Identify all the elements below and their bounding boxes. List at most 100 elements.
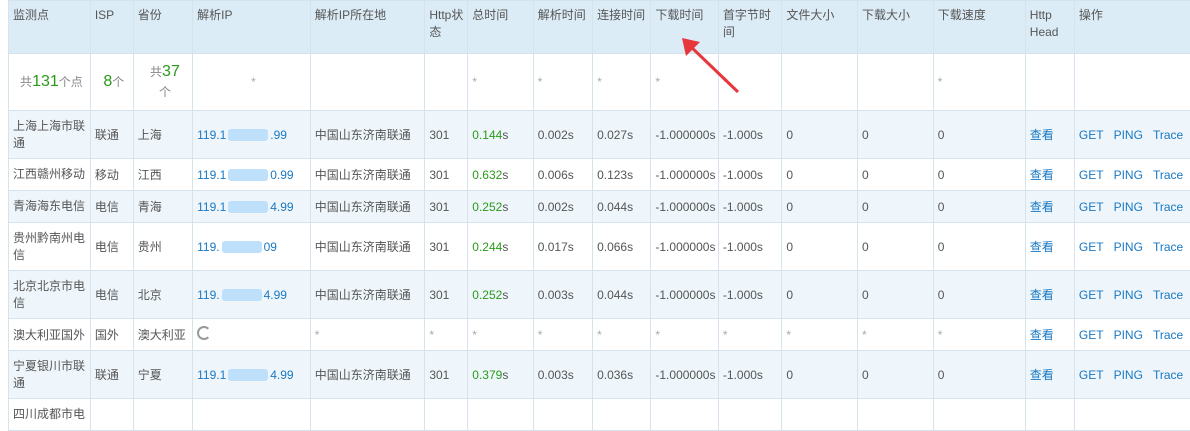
ping-link[interactable]: PING — [1114, 328, 1143, 342]
col-ip: 解析IP — [193, 1, 311, 54]
http-head-cell: 查看 — [1025, 191, 1074, 223]
ip-prefix[interactable]: 119.1 — [197, 168, 226, 182]
ping-link[interactable]: PING — [1114, 200, 1143, 214]
resolve-time-cell: * — [533, 319, 592, 351]
ip-suffix[interactable]: 0.99 — [270, 168, 293, 182]
status-cell: 301 — [425, 159, 468, 191]
total-time-cell: 0.244s — [468, 223, 533, 271]
province-cell: 上海 — [133, 111, 192, 159]
col-total-time: 总时间 — [468, 1, 533, 54]
ip-cell: 119. 4.99 — [193, 271, 311, 319]
get-link[interactable]: GET — [1079, 200, 1104, 214]
ping-link[interactable]: PING — [1114, 168, 1143, 182]
ip-prefix[interactable]: 119.1 — [197, 368, 226, 382]
download-speed-cell: 0 — [933, 271, 1025, 319]
table-row: 贵州黔南州电信电信贵州119.09中国山东济南联通3010.244s0.017s… — [9, 223, 1190, 271]
province-cell: 青海 — [133, 191, 192, 223]
ip-location-cell: 中国山东济南联通 — [310, 111, 425, 159]
ip-cell: 119.09 — [193, 223, 311, 271]
ip-redaction — [222, 241, 262, 253]
ip-cell: 119.1 0.99 — [193, 159, 311, 191]
ip-suffix[interactable]: 09 — [264, 240, 277, 254]
isp-cell: 移动 — [90, 159, 133, 191]
ip-suffix[interactable]: .99 — [270, 128, 287, 142]
summary-dsize — [858, 54, 934, 111]
monitor-cell: 贵州黔南州电信 — [9, 223, 91, 271]
ip-redaction — [228, 169, 268, 181]
trace-link[interactable]: Trace — [1153, 240, 1183, 254]
resolve-time-cell: 0.002s — [533, 191, 592, 223]
trace-link[interactable]: Trace — [1153, 288, 1183, 302]
col-monitor: 监测点 — [9, 1, 91, 54]
col-download-speed: 下载速度 — [933, 1, 1025, 54]
ip-prefix[interactable]: 119. — [197, 288, 219, 302]
summary-isp: 8个 — [90, 54, 133, 111]
table-row: 宁夏银川市联通联通宁夏119.14.99中国山东济南联通3010.379s0.0… — [9, 351, 1190, 399]
get-link[interactable]: GET — [1079, 168, 1104, 182]
connect-time-cell: 0.123s — [593, 159, 651, 191]
resolve-time-cell: 0.002s — [533, 111, 592, 159]
connect-time-cell: 0.044s — [593, 191, 651, 223]
get-link[interactable]: GET — [1079, 288, 1104, 302]
ip-suffix[interactable]: 4.99 — [270, 200, 293, 214]
trace-link[interactable]: Trace — [1153, 200, 1183, 214]
table-row: 上海上海市联通联通上海119.1.99中国山东济南联通3010.144s0.00… — [9, 111, 1190, 159]
summary-head — [1025, 54, 1074, 111]
col-file-size: 文件大小 — [782, 1, 858, 54]
ping-link[interactable]: PING — [1114, 240, 1143, 254]
resolve-time-cell: 0.017s — [533, 223, 592, 271]
view-head-link[interactable]: 查看 — [1030, 200, 1054, 214]
trace-link[interactable]: Trace — [1153, 168, 1183, 182]
download-speed-cell: 0 — [933, 351, 1025, 399]
total-time-unit: s — [502, 288, 508, 302]
view-head-link[interactable]: 查看 — [1030, 240, 1054, 254]
summary-province: 共37个 — [133, 54, 192, 111]
view-head-link[interactable]: 查看 — [1030, 168, 1054, 182]
ip-cell: 119.1 4.99 — [193, 191, 311, 223]
summary-total: * — [468, 54, 533, 111]
ip-location-cell: 中国山东济南联通 — [310, 271, 425, 319]
download-time-cell: -1.000000s — [651, 191, 719, 223]
first-byte-cell: -1.000s — [718, 223, 781, 271]
first-byte-cell: -1.000s — [718, 111, 781, 159]
view-head-link[interactable]: 查看 — [1030, 368, 1054, 382]
view-head-link[interactable]: 查看 — [1030, 288, 1054, 302]
total-time-value: 0.244 — [472, 240, 502, 254]
ip-prefix[interactable]: 119.1 — [197, 128, 226, 142]
province-cell: 宁夏 — [133, 351, 192, 399]
col-province: 省份 — [133, 1, 192, 54]
ping-link[interactable]: PING — [1114, 288, 1143, 302]
table-row: 江西赣州移动移动江西119.10.99中国山东济南联通3010.632s0.00… — [9, 159, 1190, 191]
resolve-time-cell: 0.006s — [533, 159, 592, 191]
total-time-value: 0.252 — [472, 288, 502, 302]
trace-link[interactable]: Trace — [1153, 128, 1183, 142]
summary-fsize — [782, 54, 858, 111]
ip-redaction — [228, 201, 268, 213]
status-cell: 301 — [425, 223, 468, 271]
view-head-link[interactable]: 查看 — [1030, 328, 1054, 342]
province-cell: 江西 — [133, 159, 192, 191]
get-link[interactable]: GET — [1079, 128, 1104, 142]
ping-link[interactable]: PING — [1114, 368, 1143, 382]
download-time-cell: -1.000000s — [651, 159, 719, 191]
get-link[interactable]: GET — [1079, 368, 1104, 382]
ping-link[interactable]: PING — [1114, 128, 1143, 142]
total-time-value: 0.632 — [472, 168, 502, 182]
summary-ip: * — [193, 54, 311, 111]
view-head-link[interactable]: 查看 — [1030, 128, 1054, 142]
ip-suffix[interactable]: 4.99 — [264, 288, 287, 302]
ip-prefix[interactable]: 119.1 — [197, 200, 226, 214]
ip-prefix[interactable]: 119. — [197, 240, 219, 254]
total-time-cell: * — [468, 319, 533, 351]
trace-link[interactable]: Trace — [1153, 368, 1183, 382]
get-link[interactable]: GET — [1079, 240, 1104, 254]
http-head-cell: 查看 — [1025, 223, 1074, 271]
total-time-unit: s — [502, 168, 508, 182]
get-link[interactable]: GET — [1079, 328, 1104, 342]
http-head-cell: 查看 — [1025, 319, 1074, 351]
ip-suffix[interactable]: 4.99 — [270, 368, 293, 382]
trace-link[interactable]: Trace — [1153, 328, 1183, 342]
col-http-status: Http状态 — [425, 1, 468, 54]
status-cell: 301 — [425, 191, 468, 223]
table-row: 青海海东电信电信青海119.14.99中国山东济南联通3010.252s0.00… — [9, 191, 1190, 223]
